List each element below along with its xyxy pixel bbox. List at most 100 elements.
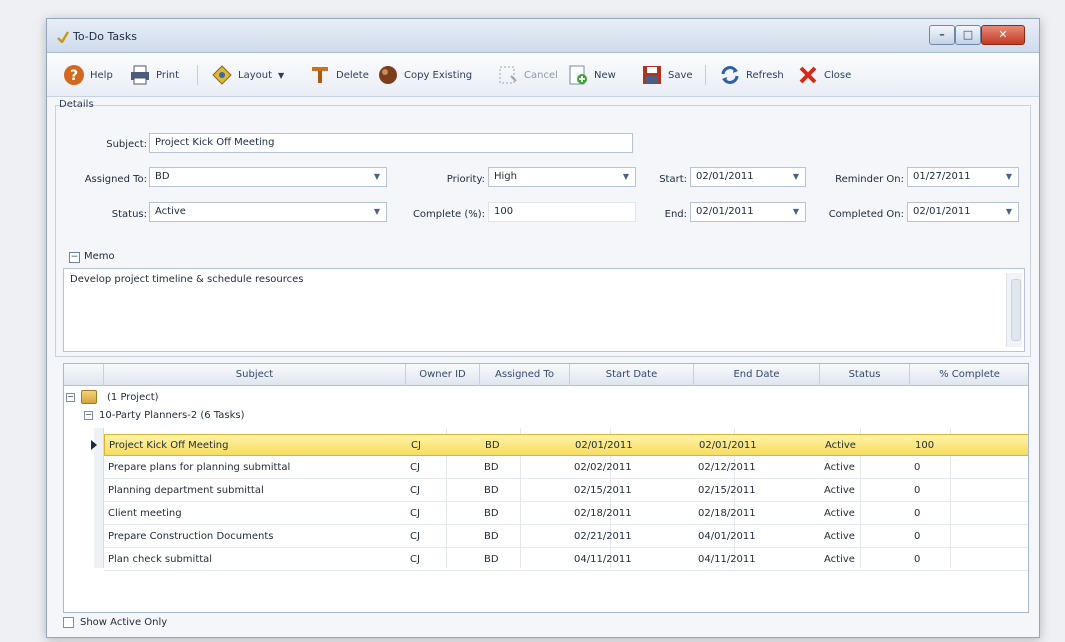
memo-text: Develop project timeline & schedule reso… xyxy=(70,274,304,285)
help-icon: ? xyxy=(64,65,84,85)
column-owner-id[interactable]: Owner ID xyxy=(406,364,480,386)
current-row-icon xyxy=(91,440,97,450)
cell-assigned: BD xyxy=(485,440,500,451)
table-row[interactable]: Client meeting CJ BD 02/18/2011 02/18/20… xyxy=(104,503,1028,525)
layout-dropdown-icon: ▼ xyxy=(278,70,285,80)
refresh-label: Refresh xyxy=(746,69,784,81)
maximize-button[interactable]: □ xyxy=(955,25,981,45)
reminder-date-picker[interactable]: 01/27/2011 ▼ xyxy=(907,167,1019,187)
delete-icon xyxy=(312,67,328,83)
reminder-on-label: Reminder On: xyxy=(835,174,904,185)
grid-header: Subject Owner ID Assigned To Start Date … xyxy=(64,364,1028,386)
group-row-party-planners[interactable]: − 10-Party Planners-2 (6 Tasks) xyxy=(84,410,245,421)
group-row-project[interactable]: − (1 Project) xyxy=(66,390,159,404)
completed-on-label: Completed On: xyxy=(828,209,904,220)
show-active-only-label: Show Active Only xyxy=(80,617,168,628)
table-row[interactable]: Prepare plans for planning submittal CJ … xyxy=(104,457,1028,479)
priority-value: High xyxy=(494,171,517,182)
close-window-icon: ✕ xyxy=(998,28,1008,41)
cell-complete: 0 xyxy=(914,531,921,542)
todo-window: To-Do Tasks – □ ✕ ? Help Print Layout ▼ … xyxy=(46,18,1040,638)
toolbar-separator xyxy=(705,65,706,85)
cell-owner: CJ xyxy=(410,554,420,565)
print-label: Print xyxy=(156,69,180,81)
cell-start: 02/02/2011 xyxy=(574,462,632,473)
cell-owner: CJ xyxy=(411,440,421,451)
copy-icon xyxy=(379,66,397,84)
memo-textarea[interactable]: Develop project timeline & schedule reso… xyxy=(63,268,1025,352)
cell-end: 04/01/2011 xyxy=(698,531,756,542)
cell-complete: 0 xyxy=(914,485,921,496)
chevron-down-icon: ▼ xyxy=(622,172,630,181)
cell-owner: CJ xyxy=(410,485,420,496)
column-percent-complete[interactable]: % Complete xyxy=(910,364,1028,386)
cell-status: Active xyxy=(824,462,855,473)
show-active-only-checkbox[interactable]: Show Active Only xyxy=(63,617,167,628)
subject-input[interactable]: Project Kick Off Meeting xyxy=(149,133,633,153)
priority-select[interactable]: High ▼ xyxy=(488,167,636,187)
memo-label: Memo xyxy=(84,251,115,262)
priority-label: Priority: xyxy=(446,174,485,185)
start-label: Start: xyxy=(659,174,687,185)
print-button[interactable]: Print xyxy=(129,63,179,87)
table-row[interactable]: Plan check submittal CJ BD 04/11/2011 04… xyxy=(104,549,1028,571)
table-row[interactable]: Project Kick Off Meeting CJ BD 02/01/201… xyxy=(91,434,1028,456)
title-bar: To-Do Tasks – □ ✕ xyxy=(47,19,1039,53)
completed-date-picker[interactable]: 02/01/2011 ▼ xyxy=(907,202,1019,222)
app-icon xyxy=(57,31,69,43)
complete-input[interactable]: 100 xyxy=(488,202,636,222)
cell-complete: 0 xyxy=(914,554,921,565)
completed-date-value: 02/01/2011 xyxy=(913,206,971,217)
chevron-down-icon: ▼ xyxy=(373,172,381,181)
checkbox-icon[interactable] xyxy=(63,617,74,628)
collapse-icon[interactable]: − xyxy=(66,392,75,402)
save-button[interactable]: Save xyxy=(641,63,693,87)
help-label: Help xyxy=(90,69,113,81)
close-window-button[interactable]: ✕ xyxy=(981,25,1025,45)
close-icon xyxy=(799,66,817,84)
status-select[interactable]: Active ▼ xyxy=(149,202,387,222)
cell-subject: Prepare Construction Documents xyxy=(108,531,274,542)
close-button[interactable]: Close xyxy=(797,63,851,87)
column-status[interactable]: Status xyxy=(820,364,910,386)
start-date-picker[interactable]: 02/01/2011 ▼ xyxy=(690,167,806,187)
new-button[interactable]: New xyxy=(567,63,616,87)
chevron-down-icon: ▼ xyxy=(373,207,381,216)
cell-owner: CJ xyxy=(410,462,420,473)
delete-button[interactable]: Delete xyxy=(309,63,369,87)
cell-start: 02/18/2011 xyxy=(574,508,632,519)
table-row[interactable]: Prepare Construction Documents CJ BD 02/… xyxy=(104,526,1028,548)
collapse-icon[interactable]: − xyxy=(84,411,93,420)
cell-subject: Prepare plans for planning submittal xyxy=(108,462,291,473)
refresh-button[interactable]: Refresh xyxy=(719,63,784,87)
start-date-value: 02/01/2011 xyxy=(696,171,754,182)
table-row[interactable]: Planning department submittal CJ BD 02/1… xyxy=(104,480,1028,502)
cell-owner: CJ xyxy=(410,531,420,542)
memo-collapse-icon[interactable]: − xyxy=(69,252,80,263)
cell-end: 02/15/2011 xyxy=(698,485,756,496)
layout-icon xyxy=(212,65,232,85)
cell-status: Active xyxy=(824,508,855,519)
cancel-button[interactable]: Cancel xyxy=(497,63,558,87)
minimize-button[interactable]: – xyxy=(929,25,955,45)
cell-assigned: BD xyxy=(484,508,499,519)
complete-value: 100 xyxy=(494,206,514,217)
help-button[interactable]: ? Help xyxy=(63,63,113,87)
assigned-to-select[interactable]: BD ▼ xyxy=(149,167,387,187)
delete-label: Delete xyxy=(336,69,369,81)
column-end-date[interactable]: End Date xyxy=(694,364,820,386)
end-date-picker[interactable]: 02/01/2011 ▼ xyxy=(690,202,806,222)
tasks-grid: Subject Owner ID Assigned To Start Date … xyxy=(63,363,1029,613)
cell-status: Active xyxy=(824,554,855,565)
memo-scrollbar[interactable] xyxy=(1006,273,1022,347)
layout-button[interactable]: Layout ▼ xyxy=(211,63,284,87)
status-label: Status: xyxy=(111,209,147,220)
column-start-date[interactable]: Start Date xyxy=(570,364,694,386)
cell-start: 02/21/2011 xyxy=(574,531,632,542)
window-title: To-Do Tasks xyxy=(73,30,137,43)
copy-existing-button[interactable]: Copy Existing xyxy=(377,63,472,87)
assigned-to-label: Assigned To: xyxy=(84,174,147,185)
cell-complete: 100 xyxy=(915,440,935,451)
column-assigned-to[interactable]: Assigned To xyxy=(480,364,570,386)
column-subject[interactable]: Subject xyxy=(104,364,406,386)
